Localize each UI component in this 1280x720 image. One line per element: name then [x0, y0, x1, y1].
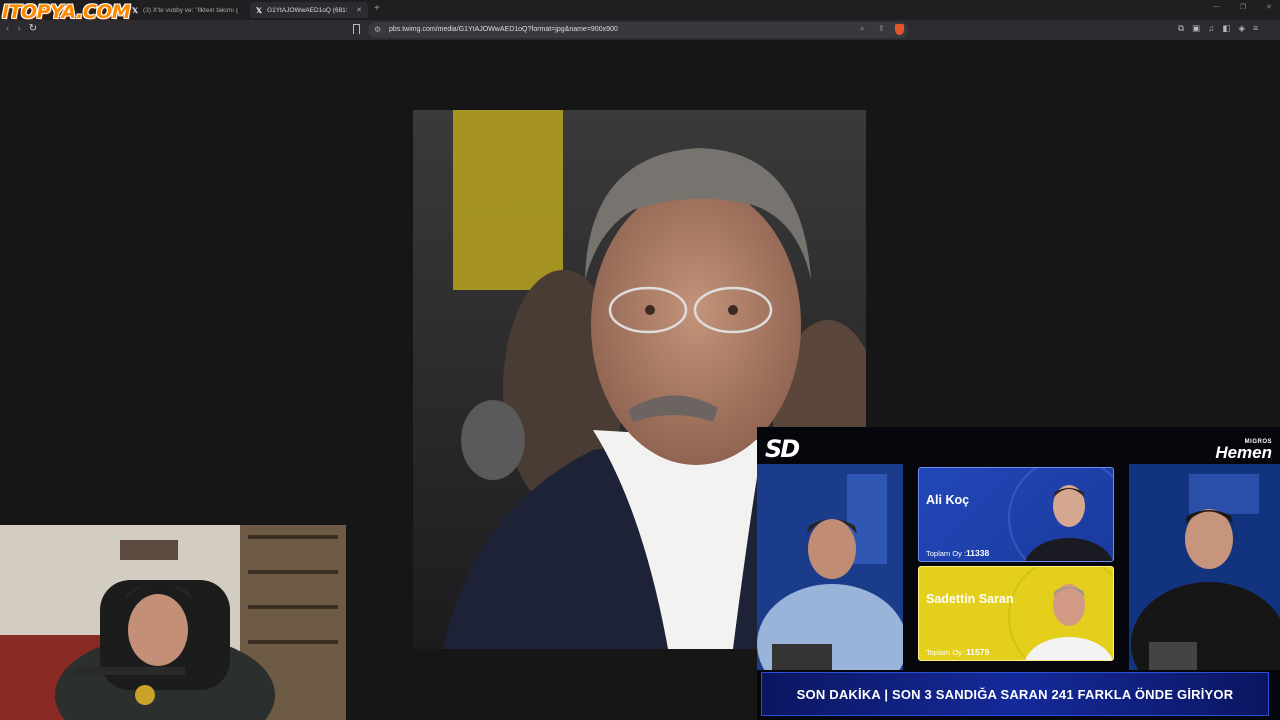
tab-x-post[interactable]: 𝕏 (3) X'te vubby ve: "İlktein takımı gal… [126, 2, 244, 18]
x-logo-icon: 𝕏 [132, 5, 139, 15]
studio-host-left [757, 464, 903, 670]
channel-logo: SD [765, 435, 800, 463]
streamer-webcam [0, 525, 346, 720]
tab-title: G1YtAJOWwAED1oQ (681×808) [267, 6, 347, 14]
site-settings-icon[interactable]: ⚙ [374, 25, 381, 34]
window-controls: — ❐ ✕ [1213, 3, 1272, 11]
menu-icon[interactable]: ≡ [1253, 23, 1258, 34]
back-icon[interactable]: ‹ [6, 23, 9, 34]
url-text[interactable]: pbs.twimg.com/media/G1YtAJOWwAED1oQ?form… [389, 26, 618, 33]
share-icon[interactable]: ⇪ [878, 24, 885, 33]
tab-image[interactable]: 𝕏 G1YtAJOWwAED1oQ (681×808) ✕ [250, 2, 368, 18]
tab-title: (3) X'te vubby ve: "İlktein takımı gale [143, 6, 238, 14]
candidate-votes: Toplam Oy :11579 [926, 647, 990, 657]
vpn-icon[interactable]: ◈ [1239, 23, 1246, 34]
forward-icon[interactable]: › [17, 23, 20, 34]
ticker-text: SON DAKİKA | SON 3 SANDIĞA SARAN 241 FAR… [796, 686, 1234, 702]
brave-shield-icon[interactable] [895, 24, 904, 35]
tv-broadcast-overlay: SD MIGROS Hemen Ali Koç Toplam Oy :11338 [757, 427, 1280, 720]
nav-buttons: ‹ › ↻ [6, 23, 37, 34]
url-field[interactable]: ⚙ pbs.twimg.com/media/G1YtAJOWwAED1oQ?fo… [368, 22, 908, 38]
minimize-icon[interactable]: — [1213, 3, 1220, 11]
candidate-card-ali-koc: Ali Koç Toplam Oy :11338 [918, 467, 1114, 562]
restore-icon[interactable]: ❐ [1240, 3, 1246, 11]
sidebar-icon[interactable]: ◧ [1222, 23, 1230, 34]
breaking-news-ticker: SON DAKİKA | SON 3 SANDIĞA SARAN 241 FAR… [761, 672, 1269, 716]
close-window-icon[interactable]: ✕ [1266, 3, 1272, 11]
wallet-icon[interactable]: ▣ [1192, 23, 1200, 34]
media-icon[interactable]: ♫ [1208, 23, 1214, 34]
new-tab-button[interactable]: + [374, 3, 380, 14]
zoom-icon[interactable]: ⌕ [860, 24, 864, 34]
tab-strip: ITOPYA.COM 𝕏 (3) X'te vubby ve: "İlktein… [0, 0, 1280, 23]
sponsor-logo: MIGROS Hemen [1215, 439, 1272, 462]
x-logo-icon: 𝕏 [256, 5, 263, 15]
close-icon[interactable]: ✕ [356, 6, 362, 14]
toolbar-extensions: ⧉ ▣ ♫ ◧ ◈ ≡ [1178, 23, 1258, 34]
studio-host-right [1129, 464, 1280, 670]
extensions-icon[interactable]: ⧉ [1178, 23, 1184, 34]
candidate-votes: Toplam Oy :11338 [926, 548, 990, 558]
candidate-card-sadettin-saran: Sadettin Saran Toplam Oy :11579 [918, 566, 1114, 661]
address-toolbar: ‹ › ↻ ⚙ pbs.twimg.com/media/G1YtAJOWwAED… [0, 20, 1280, 40]
candidate-name: Sadettin Saran [926, 592, 1014, 606]
reload-icon[interactable]: ↻ [29, 23, 37, 34]
candidate-name: Ali Koç [926, 493, 970, 507]
itopya-logo: ITOPYA.COM [2, 1, 131, 23]
bookmark-icon[interactable] [353, 24, 360, 34]
